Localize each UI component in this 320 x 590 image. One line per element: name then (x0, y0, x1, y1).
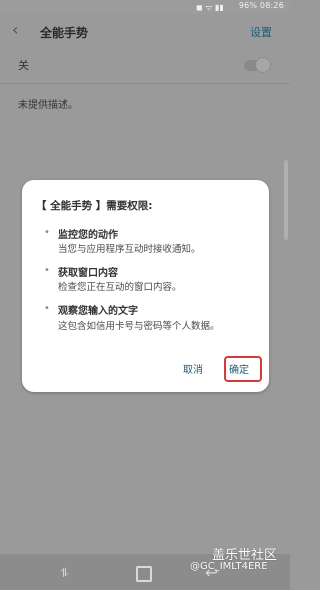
dialog-title: 【 全能手势 】需要权限: (36, 200, 153, 212)
permission-desc: 这包含如信用卡号与密码等个人数据。 (58, 321, 220, 332)
back-chevron-icon[interactable]: ‹ (12, 20, 18, 39)
status-icons: ◼ ᯤ ▮▮ (196, 3, 224, 12)
bullet-icon: • (44, 303, 50, 314)
page-title: 全能手势 (40, 26, 89, 40)
status-text: 96% 08:26 (238, 1, 284, 10)
home-icon[interactable] (136, 566, 152, 582)
divider (0, 83, 290, 84)
switch-label: 关 (18, 59, 29, 72)
toggle-knob[interactable] (256, 58, 270, 72)
permission-desc: 当您与应用程序互动时接收通知。 (58, 244, 201, 255)
permission-title: 监控您的动作 (58, 230, 118, 241)
permission-title: 观察您输入的文字 (58, 306, 138, 317)
settings-button[interactable]: 设置 (250, 24, 272, 40)
cancel-button[interactable]: 取消 (183, 361, 203, 376)
scroll-indicator (284, 160, 288, 240)
permission-title: 获取窗口内容 (58, 268, 118, 279)
ok-button[interactable]: 确定 (229, 361, 249, 376)
service-description: 未提供描述。 (18, 100, 78, 111)
bullet-icon: • (44, 265, 50, 276)
watermark-handle: @GC_IMLT4ERE (190, 561, 268, 572)
recent-apps-icon[interactable]: ⥮ (60, 566, 69, 581)
permission-desc: 检查您正在互动的窗口内容。 (58, 282, 182, 293)
bullet-icon: • (44, 227, 50, 238)
